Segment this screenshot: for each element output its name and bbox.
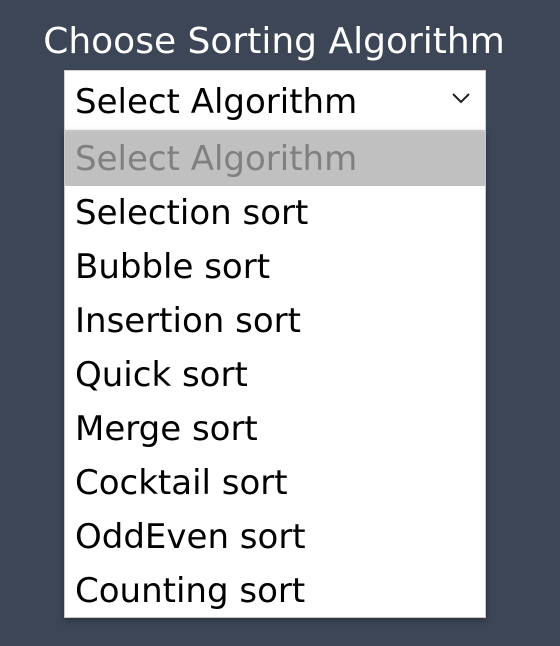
option-cocktail-sort[interactable]: Cocktail sort: [65, 456, 485, 510]
chevron-down-icon: [452, 93, 470, 104]
option-counting-sort[interactable]: Counting sort: [65, 564, 485, 618]
option-oddeven-sort[interactable]: OddEven sort: [65, 510, 485, 564]
option-select-algorithm: Select Algorithm: [65, 132, 485, 186]
option-selection-sort[interactable]: Selection sort: [65, 186, 485, 240]
option-insertion-sort[interactable]: Insertion sort: [65, 294, 485, 348]
dropdown-list: Select Algorithm Selection sort Bubble s…: [64, 131, 486, 618]
option-merge-sort[interactable]: Merge sort: [65, 402, 485, 456]
select-value: Select Algorithm: [75, 82, 358, 122]
page-title: Choose Sorting Algorithm: [43, 21, 505, 62]
option-quick-sort[interactable]: Quick sort: [65, 348, 485, 402]
option-bubble-sort[interactable]: Bubble sort: [65, 240, 485, 294]
algorithm-select[interactable]: Select Algorithm: [64, 70, 486, 131]
